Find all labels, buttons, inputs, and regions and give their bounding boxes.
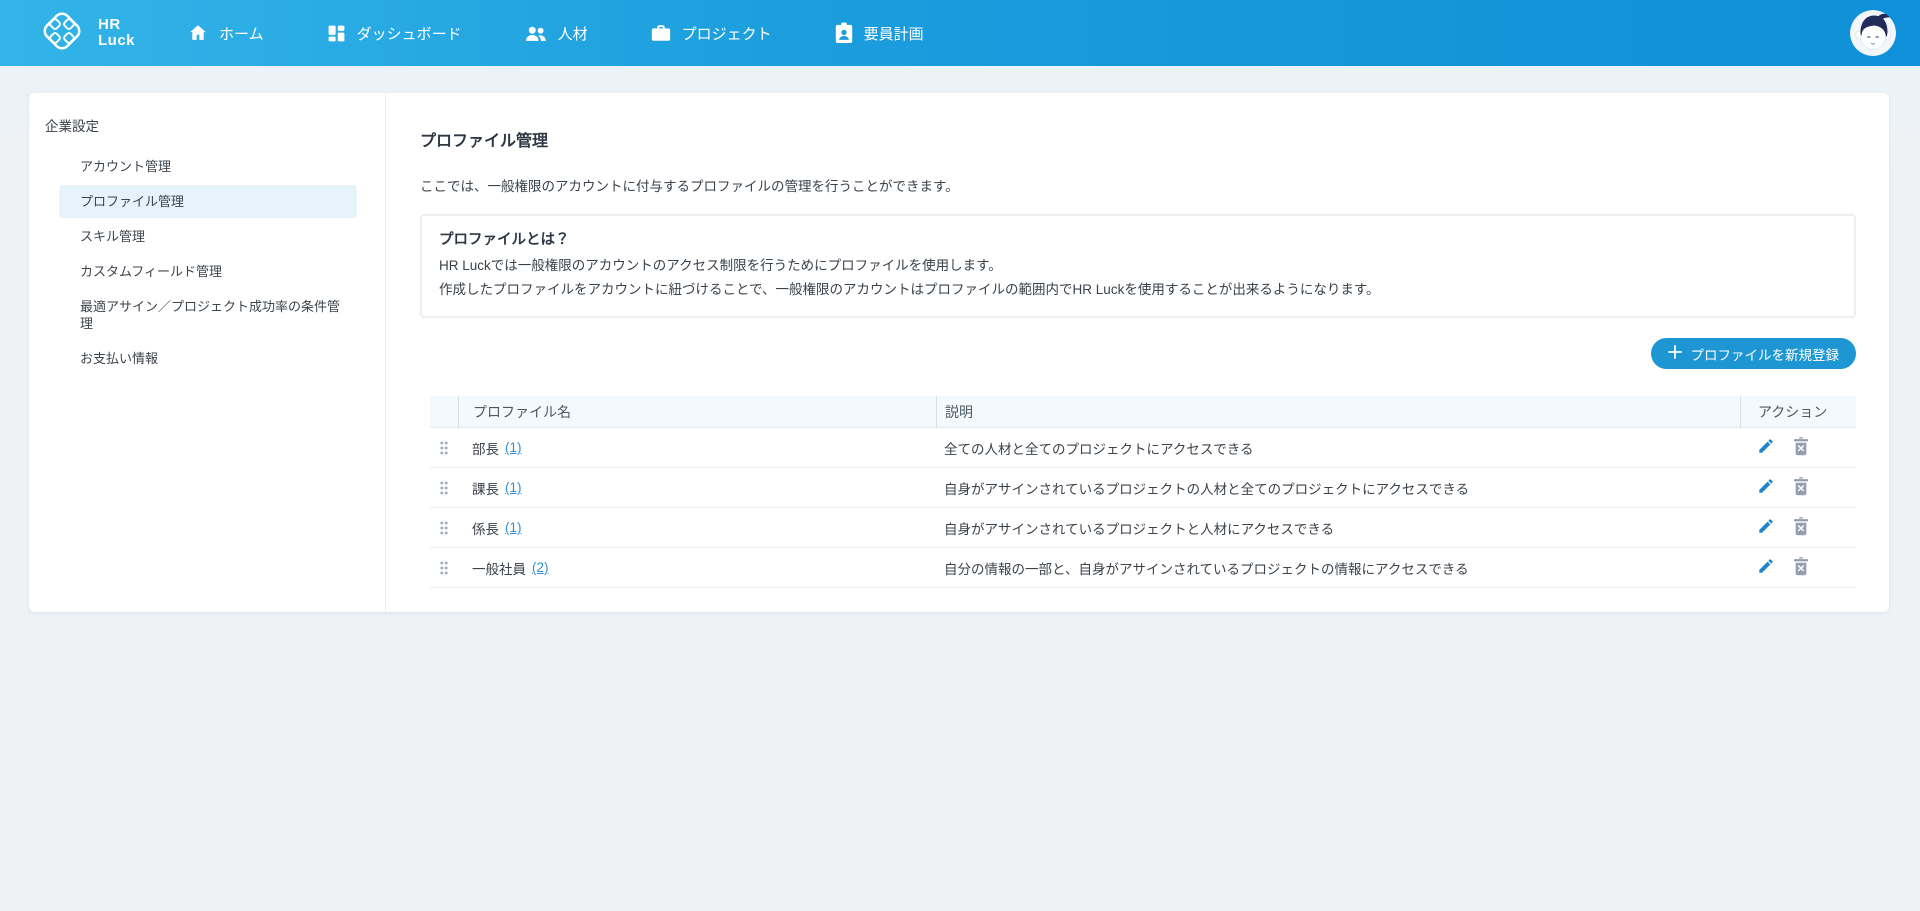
profile-description: 自身がアサインされているプロジェクトと人材にアクセスできる bbox=[944, 521, 1335, 537]
nav-item-label: 要員計画 bbox=[863, 25, 924, 43]
dashboard-icon bbox=[326, 23, 347, 44]
page-title: プロファイル管理 bbox=[420, 133, 549, 150]
header-actions: アクション bbox=[1740, 396, 1856, 427]
pencil-icon bbox=[1757, 517, 1775, 538]
sidebar-item-billing-info[interactable]: お支払い情報 bbox=[59, 342, 357, 375]
settings-sidebar: 企業設定 アカウント管理 プロファイル管理 スキル管理 カスタムフィールド管理 … bbox=[29, 93, 386, 612]
user-avatar[interactable] bbox=[1850, 10, 1896, 56]
sidebar-item-account-management[interactable]: アカウント管理 bbox=[59, 150, 357, 183]
pencil-icon bbox=[1757, 557, 1775, 578]
sidebar-item-custom-field-management[interactable]: カスタムフィールド管理 bbox=[59, 255, 357, 288]
page-subtitle: ここでは、一般権限のアカウントに付与するプロファイルの管理を行うことができます。 bbox=[420, 179, 959, 194]
info-box-line: HR Luckでは一般権限のアカウントのアクセス制限を行うためにプロファイルを使… bbox=[439, 258, 1002, 273]
table-row: 部長 (1) 全ての人材と全てのプロジェクトにアクセスできる bbox=[430, 428, 1856, 468]
profile-info-box: プロファイルとは？ HR Luckでは一般権限のアカウントのアクセス制限を行うた… bbox=[420, 214, 1856, 318]
delete-button[interactable] bbox=[1793, 436, 1809, 459]
trash-icon bbox=[1793, 556, 1809, 579]
logo-diamond-icon bbox=[36, 5, 88, 62]
nav-item-label: ダッシュボード bbox=[356, 25, 462, 43]
drag-handle-icon[interactable] bbox=[430, 441, 458, 455]
profile-count-link[interactable]: (1) bbox=[505, 520, 522, 535]
main-panel: プロファイル管理 ここでは、一般権限のアカウントに付与するプロファイルの管理を行… bbox=[386, 93, 1889, 612]
delete-button[interactable] bbox=[1793, 556, 1809, 579]
header-profile-name: プロファイル名 bbox=[458, 396, 936, 427]
people-icon bbox=[524, 22, 548, 44]
edit-button[interactable] bbox=[1757, 557, 1775, 578]
nav-item-label: プロジェクト bbox=[681, 25, 772, 43]
profile-name: 一般社員 bbox=[472, 561, 526, 577]
trash-icon bbox=[1793, 476, 1809, 499]
header-description: 説明 bbox=[936, 396, 1740, 427]
top-nav: HR Luck ホーム ダッシュボード 人材 プロジェクト 要員計画 bbox=[0, 0, 1920, 66]
profile-description: 自身がアサインされているプロジェクトの人材と全てのプロジェクトにアクセスできる bbox=[944, 481, 1470, 497]
main-navigation: ホーム ダッシュボード 人材 プロジェクト 要員計画 bbox=[187, 22, 924, 44]
trash-icon bbox=[1793, 436, 1809, 459]
sidebar-item-optimal-assign-conditions[interactable]: 最適アサイン／プロジェクト成功率の条件管理 bbox=[59, 290, 357, 340]
profile-description: 全ての人材と全てのプロジェクトにアクセスできる bbox=[944, 441, 1254, 457]
nav-item-staffing-plan[interactable]: 要員計画 bbox=[834, 22, 924, 44]
pencil-icon bbox=[1757, 437, 1775, 458]
toolbar: プロファイルを新規登録 bbox=[420, 338, 1856, 369]
table-row: 一般社員 (2) 自分の情報の一部と、自身がアサインされているプロジェクトの情報… bbox=[430, 548, 1856, 588]
briefcase-icon bbox=[650, 22, 672, 44]
profile-name: 係長 bbox=[472, 521, 499, 537]
add-profile-button[interactable]: プロファイルを新規登録 bbox=[1650, 338, 1856, 369]
profile-count-link[interactable]: (1) bbox=[505, 440, 522, 455]
nav-item-dashboard[interactable]: ダッシュボード bbox=[326, 22, 462, 44]
trash-icon bbox=[1793, 516, 1809, 539]
add-profile-button-label: プロファイルを新規登録 bbox=[1690, 347, 1840, 363]
logo-text: HR Luck bbox=[98, 16, 136, 49]
nav-item-talent[interactable]: 人材 bbox=[524, 22, 588, 44]
plus-icon bbox=[1667, 345, 1682, 362]
header-handle-column bbox=[430, 396, 458, 427]
edit-button[interactable] bbox=[1757, 437, 1775, 458]
sidebar-item-skill-management[interactable]: スキル管理 bbox=[59, 220, 357, 253]
profile-count-link[interactable]: (2) bbox=[532, 560, 549, 575]
badge-icon bbox=[834, 22, 854, 44]
app-logo[interactable]: HR Luck bbox=[36, 5, 135, 62]
table-row: 係長 (1) 自身がアサインされているプロジェクトと人材にアクセスできる bbox=[430, 508, 1856, 548]
edit-button[interactable] bbox=[1757, 517, 1775, 538]
delete-button[interactable] bbox=[1793, 516, 1809, 539]
sidebar-menu: アカウント管理 プロファイル管理 スキル管理 カスタムフィールド管理 最適アサイ… bbox=[45, 150, 385, 375]
info-box-line: 作成したプロファイルをアカウントに紐づけることで、一般権限のアカウントはプロファ… bbox=[439, 282, 1380, 297]
home-icon bbox=[187, 22, 209, 44]
content-card: 企業設定 アカウント管理 プロファイル管理 スキル管理 カスタムフィールド管理 … bbox=[29, 93, 1889, 612]
pencil-icon bbox=[1757, 477, 1775, 498]
table-header-row: プロファイル名 説明 アクション bbox=[430, 396, 1856, 428]
delete-button[interactable] bbox=[1793, 476, 1809, 499]
nav-item-label: 人材 bbox=[557, 25, 588, 43]
sidebar-section-title: 企業設定 bbox=[45, 119, 99, 134]
profile-count-link[interactable]: (1) bbox=[505, 480, 522, 495]
nav-item-label: ホーム bbox=[219, 25, 264, 43]
profiles-table: プロファイル名 説明 アクション 部長 (1) 全ての人材と全てのプロジェクトに… bbox=[430, 396, 1856, 588]
drag-handle-icon[interactable] bbox=[430, 481, 458, 495]
profile-name: 課長 bbox=[472, 481, 499, 497]
profile-description: 自分の情報の一部と、自身がアサインされているプロジェクトの情報にアクセスできる bbox=[944, 561, 1469, 577]
nav-item-project[interactable]: プロジェクト bbox=[650, 22, 772, 44]
sidebar-item-profile-management[interactable]: プロファイル管理 bbox=[59, 185, 357, 218]
drag-handle-icon[interactable] bbox=[430, 521, 458, 535]
edit-button[interactable] bbox=[1757, 477, 1775, 498]
drag-handle-icon[interactable] bbox=[430, 561, 458, 575]
table-row: 課長 (1) 自身がアサインされているプロジェクトの人材と全てのプロジェクトにア… bbox=[430, 468, 1856, 508]
profile-name: 部長 bbox=[472, 441, 499, 457]
info-box-title: プロファイルとは？ bbox=[439, 232, 570, 248]
nav-item-home[interactable]: ホーム bbox=[187, 22, 264, 44]
